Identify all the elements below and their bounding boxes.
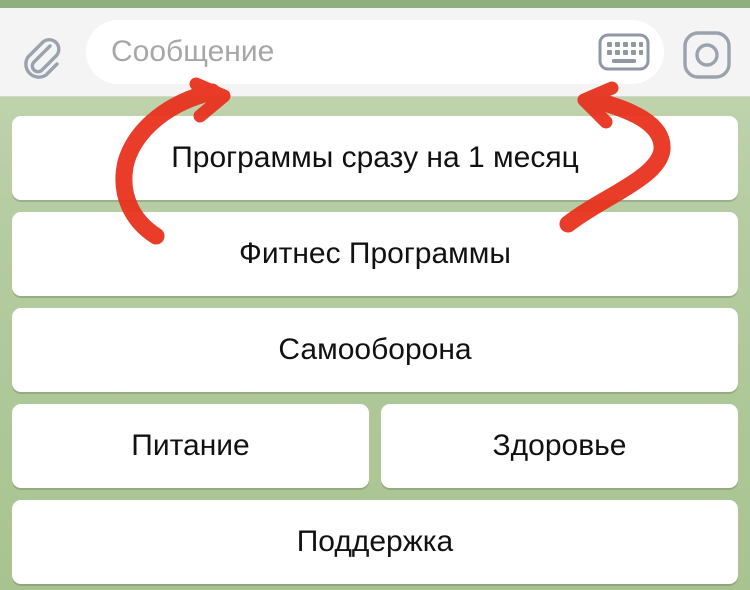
message-input-bar: Сообщение — [0, 8, 750, 97]
chat-background-strip — [0, 0, 750, 8]
keyboard-row: Самооборона — [12, 308, 738, 392]
button-health[interactable]: Здоровье — [381, 404, 738, 488]
keyboard-toggle-button[interactable] — [598, 33, 650, 71]
keyboard-row: Фитнес Программы — [12, 212, 738, 296]
keyboard-row: Программы сразу на 1 месяц — [12, 116, 738, 200]
attach-button[interactable] — [16, 30, 66, 80]
message-input[interactable]: Сообщение — [86, 20, 664, 84]
keyboard-row: Поддержка — [12, 500, 738, 584]
button-nutrition[interactable]: Питание — [12, 404, 369, 488]
button-monthly-programs[interactable]: Программы сразу на 1 месяц — [12, 116, 738, 200]
keyboard-row: Питание Здоровье — [12, 404, 738, 488]
camera-button[interactable] — [680, 28, 734, 82]
bot-reply-keyboard: Программы сразу на 1 месяц Фитнес Програ… — [12, 116, 738, 588]
keyboard-icon — [598, 33, 650, 71]
button-fitness-programs[interactable]: Фитнес Программы — [12, 212, 738, 296]
camera-icon — [683, 31, 731, 79]
button-self-defense[interactable]: Самооборона — [12, 308, 738, 392]
paperclip-icon — [24, 38, 61, 79]
button-support[interactable]: Поддержка — [12, 500, 738, 584]
message-placeholder: Сообщение — [111, 35, 275, 68]
